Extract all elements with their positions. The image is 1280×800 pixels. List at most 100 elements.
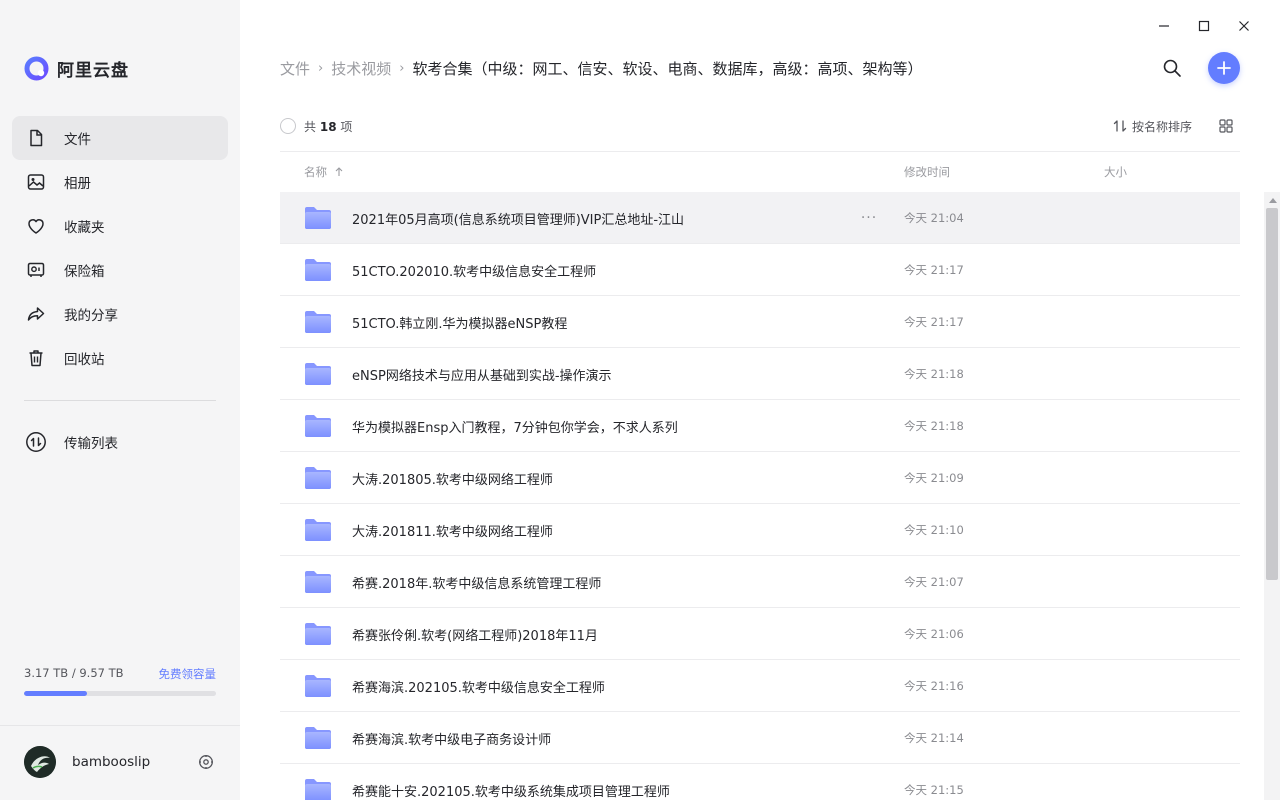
modified-time: 今天 21:14 bbox=[904, 731, 964, 745]
column-header-size[interactable]: 大小 bbox=[1104, 164, 1127, 180]
file-name: eNSP网络技术与应用从基础到实战-操作演示 bbox=[352, 369, 612, 384]
storage-progress-bar bbox=[24, 691, 216, 696]
app-name: 阿里云盘 bbox=[57, 60, 129, 81]
minimize-icon bbox=[1159, 25, 1169, 27]
modified-time: 今天 21:17 bbox=[904, 315, 964, 329]
table-row[interactable]: 2021年05月高项(信息系统项目管理师)VIP汇总地址-江山 ··· 今天 21:… bbox=[280, 192, 1240, 244]
breadcrumb-separator-icon: › bbox=[399, 60, 405, 76]
grid-view-icon[interactable] bbox=[1218, 118, 1234, 134]
file-name: 希赛能十安.202105.软考中级系统集成项目管理工程师 bbox=[352, 785, 670, 800]
breadcrumb-item-tech-videos[interactable]: 技术视频 bbox=[331, 58, 391, 79]
table-row[interactable]: 51CTO.202010.软考中级信息安全工程师 今天 21:17 bbox=[280, 244, 1240, 296]
minimize-button[interactable] bbox=[1144, 14, 1184, 38]
file-icon bbox=[24, 126, 48, 150]
aliyun-drive-logo-icon bbox=[24, 56, 49, 81]
user-profile: bambooslip bbox=[24, 746, 216, 778]
sidebar-item-trash[interactable]: 回收站 bbox=[12, 336, 228, 380]
folder-icon bbox=[304, 674, 332, 698]
file-name: 华为模拟器Ensp入门教程，7分钟包你学会，不求人系列 bbox=[352, 421, 678, 436]
free-storage-link[interactable]: 免费领容量 bbox=[159, 666, 217, 682]
search-button[interactable] bbox=[1160, 56, 1184, 80]
plus-icon bbox=[1217, 61, 1231, 75]
breadcrumb: 文件 › 技术视频 › 软考合集（中级：网工、信安、软设、电商、数据库，高级：高… bbox=[280, 56, 922, 80]
breadcrumb-current-folder: 软考合集（中级：网工、信安、软设、电商、数据库，高级：高项、架构等） bbox=[412, 59, 923, 78]
sidebar-item-transfers[interactable]: 传输列表 bbox=[12, 420, 228, 464]
table-row[interactable]: 大涛.201811.软考中级网络工程师 今天 21:10 bbox=[280, 504, 1240, 556]
storage-progress-fill bbox=[24, 691, 88, 696]
table-row[interactable]: eNSP网络技术与应用从基础到实战-操作演示 今天 21:18 bbox=[280, 348, 1240, 400]
storage-usage-text: 3.17 TB / 9.57 TB bbox=[24, 666, 124, 680]
sidebar-item-files[interactable]: 文件 bbox=[12, 116, 228, 160]
modified-time: 今天 21:04 bbox=[904, 211, 964, 225]
modified-time: 今天 21:18 bbox=[904, 367, 964, 381]
transfer-icon bbox=[24, 430, 48, 454]
table-row[interactable]: 希赛能十安.202105.软考中级系统集成项目管理工程师 今天 21:15 bbox=[280, 764, 1240, 800]
trash-icon bbox=[24, 346, 48, 370]
column-header-name[interactable]: 名称 bbox=[304, 164, 345, 180]
maximize-icon bbox=[1198, 20, 1210, 32]
item-count: 共 18 项 bbox=[304, 119, 353, 134]
select-all-checkbox[interactable] bbox=[280, 118, 296, 134]
scrollbar-thumb[interactable] bbox=[1266, 208, 1278, 580]
add-button[interactable] bbox=[1208, 52, 1240, 84]
file-name: 51CTO.202010.软考中级信息安全工程师 bbox=[352, 265, 597, 280]
modified-time: 今天 21:17 bbox=[904, 263, 964, 277]
sidebar-item-favorites[interactable]: 收藏夹 bbox=[12, 204, 228, 248]
table-row[interactable]: 希赛海滨.202105.软考中级信息安全工程师 今天 21:16 bbox=[280, 660, 1240, 712]
column-header-time[interactable]: 修改时间 bbox=[904, 164, 950, 180]
modified-time: 今天 21:18 bbox=[904, 419, 964, 433]
sidebar-item-safe[interactable]: 保险箱 bbox=[12, 248, 228, 292]
folder-icon bbox=[304, 362, 332, 386]
safe-icon bbox=[24, 258, 48, 282]
more-options-icon[interactable]: ··· bbox=[858, 207, 880, 229]
breadcrumb-item-files[interactable]: 文件 bbox=[280, 58, 310, 79]
table-row[interactable]: 51CTO.韩立刚.华为模拟器eNSP教程 今天 21:17 bbox=[280, 296, 1240, 348]
avatar[interactable] bbox=[24, 746, 56, 778]
table-row[interactable]: 希赛张伶俐.软考(网络工程师)2018年11月 今天 21:06 bbox=[280, 608, 1240, 660]
sort-by-name-button[interactable]: 按名称排序 bbox=[1112, 118, 1192, 135]
modified-time: 今天 21:15 bbox=[904, 783, 964, 797]
file-name: 大涛.201811.软考中级网络工程师 bbox=[352, 525, 553, 540]
file-table-header: 名称 修改时间 大小 bbox=[280, 160, 1240, 184]
modified-time: 今天 21:10 bbox=[904, 523, 964, 537]
photo-icon bbox=[24, 170, 48, 194]
file-name: 大涛.201805.软考中级网络工程师 bbox=[352, 473, 553, 488]
breadcrumb-separator-icon: › bbox=[318, 60, 324, 76]
sidebar-nav-secondary: 传输列表 bbox=[12, 420, 228, 464]
close-icon bbox=[1239, 21, 1249, 31]
search-icon bbox=[1163, 59, 1181, 77]
table-row[interactable]: 华为模拟器Ensp入门教程，7分钟包你学会，不求人系列 今天 21:18 bbox=[280, 400, 1240, 452]
sidebar-item-label: 相册 bbox=[64, 176, 91, 192]
sidebar-item-label: 收藏夹 bbox=[64, 220, 105, 236]
storage-quota: 3.17 TB / 9.57 TB 免费领容量 bbox=[24, 666, 216, 696]
sidebar-item-label: 文件 bbox=[64, 132, 91, 148]
file-toolbar: 共 18 项 按名称排序 bbox=[280, 114, 1240, 138]
close-button[interactable] bbox=[1224, 14, 1264, 38]
folder-icon bbox=[304, 778, 332, 800]
sidebar-item-label: 回收站 bbox=[64, 352, 105, 368]
file-name: 希赛.2018年.软考中级信息系统管理工程师 bbox=[352, 577, 602, 592]
file-name: 希赛海滨.202105.软考中级信息安全工程师 bbox=[352, 681, 605, 696]
sidebar-item-shares[interactable]: 我的分享 bbox=[12, 292, 228, 336]
file-name: 希赛张伶俐.软考(网络工程师)2018年11月 bbox=[352, 629, 598, 644]
scrollbar[interactable] bbox=[1264, 192, 1280, 800]
table-row[interactable]: 希赛海滨.软考中级电子商务设计师 今天 21:14 bbox=[280, 712, 1240, 764]
username: bambooslip bbox=[72, 754, 151, 770]
file-name: 希赛海滨.软考中级电子商务设计师 bbox=[352, 733, 552, 748]
folder-icon bbox=[304, 570, 332, 594]
table-row[interactable]: 大涛.201805.软考中级网络工程师 今天 21:09 bbox=[280, 452, 1240, 504]
table-row[interactable]: 希赛.2018年.软考中级信息系统管理工程师 今天 21:07 bbox=[280, 556, 1240, 608]
app-logo[interactable]: 阿里云盘 bbox=[24, 55, 129, 81]
modified-time: 今天 21:09 bbox=[904, 471, 964, 485]
maximize-button[interactable] bbox=[1184, 14, 1224, 38]
modified-time: 今天 21:06 bbox=[904, 627, 964, 641]
sidebar-item-photos[interactable]: 相册 bbox=[12, 160, 228, 204]
sidebar-item-label: 我的分享 bbox=[64, 308, 118, 324]
file-name: 51CTO.韩立刚.华为模拟器eNSP教程 bbox=[352, 317, 568, 332]
folder-icon bbox=[304, 310, 332, 334]
settings-gear-icon[interactable] bbox=[196, 752, 216, 772]
folder-icon bbox=[304, 466, 332, 490]
sidebar-item-label: 传输列表 bbox=[64, 436, 118, 452]
scroll-up-arrow-icon[interactable] bbox=[1269, 198, 1277, 203]
folder-icon bbox=[304, 414, 332, 438]
